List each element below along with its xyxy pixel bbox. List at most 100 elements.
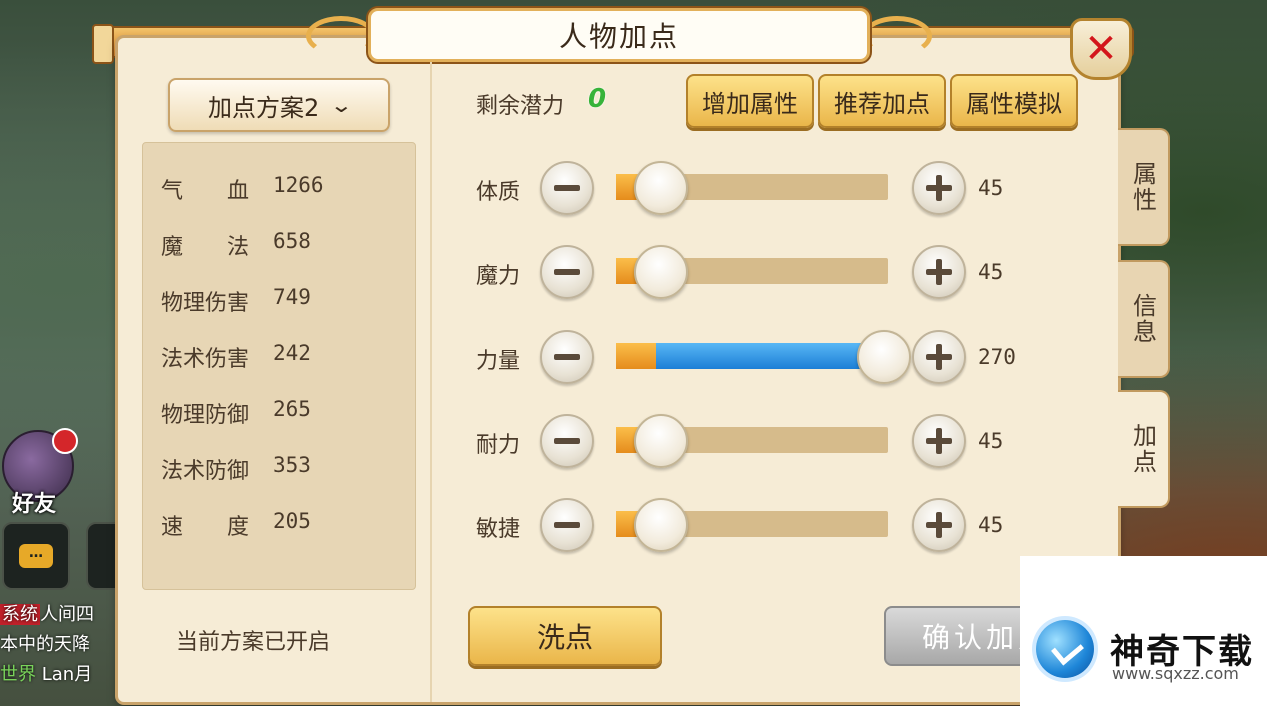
- plus-icon: [926, 344, 952, 370]
- slider-base-fill: [616, 343, 656, 369]
- increase-button[interactable]: [912, 161, 966, 215]
- notification-dot: [52, 428, 78, 454]
- scheme-status-text: 当前方案已开启: [176, 630, 331, 655]
- increase-button[interactable]: [912, 498, 966, 552]
- tab-info[interactable]: 信息: [1118, 260, 1170, 378]
- panel-title: 人物加点: [368, 8, 870, 62]
- attribute-value: 45: [978, 176, 1004, 200]
- stat-name: 物理伤害: [161, 291, 250, 316]
- attribute-name: 魔力: [476, 264, 521, 289]
- scheme-dropdown[interactable]: 加点方案2 ⌄: [168, 78, 390, 132]
- stat-name: 魔 法: [161, 235, 250, 260]
- plus-icon: [926, 512, 952, 538]
- slider-knob[interactable]: [634, 161, 688, 215]
- stat-value: 205: [273, 509, 311, 533]
- decrease-button[interactable]: [540, 498, 594, 552]
- friends-label[interactable]: 好友: [12, 486, 56, 518]
- close-icon: ✕: [1084, 26, 1118, 72]
- decrease-button[interactable]: [540, 161, 594, 215]
- increase-button[interactable]: [912, 414, 966, 468]
- stat-name: 法术伤害: [161, 347, 250, 372]
- potential-value: 0: [588, 84, 607, 114]
- chat-channel-tag: 世界: [0, 664, 36, 685]
- attribute-slider[interactable]: [616, 161, 888, 215]
- attribute-slider[interactable]: [616, 414, 888, 468]
- stat-value: 353: [273, 453, 311, 477]
- stat-value: 1266: [273, 173, 324, 197]
- stat-row: 物理防御 265: [161, 397, 311, 429]
- stats-list: 气 血 1266 魔 法 658 物理伤害 749 法术伤害 242 物理防御 265 法…: [142, 142, 416, 590]
- chat-log: 系统 人间四 本中的天降 世界 Lan月: [0, 600, 120, 690]
- chat-line-text: 本中的天降: [0, 634, 90, 655]
- decrease-button[interactable]: [540, 245, 594, 299]
- minus-icon: [554, 522, 580, 528]
- plus-icon: [926, 259, 952, 285]
- stat-row: 速 度 205: [161, 509, 311, 541]
- recommend-points-button[interactable]: 推荐加点: [818, 74, 946, 128]
- chat-line: 本中的天降: [0, 630, 120, 660]
- increase-button[interactable]: [912, 330, 966, 384]
- slider-knob[interactable]: [634, 245, 688, 299]
- add-attribute-button[interactable]: 增加属性: [686, 74, 814, 128]
- minus-icon: [554, 185, 580, 191]
- title-ornament: [862, 16, 932, 56]
- attribute-value: 45: [978, 429, 1004, 453]
- attribute-name: 敏捷: [476, 517, 521, 542]
- chat-line: 系统 人间四: [0, 600, 120, 630]
- slider-knob[interactable]: [634, 414, 688, 468]
- chat-line-text: Lan月: [41, 664, 93, 685]
- chat-button[interactable]: …: [2, 522, 70, 590]
- attribute-value: 270: [978, 345, 1016, 369]
- slider-knob[interactable]: [634, 498, 688, 552]
- attribute-name: 力量: [476, 349, 521, 374]
- watermark: 神奇下载 www.sqxzz.com: [1020, 556, 1267, 706]
- tab-add-points[interactable]: 加点: [1118, 390, 1170, 508]
- title-ornament: [306, 16, 376, 56]
- close-button[interactable]: ✕: [1070, 18, 1132, 80]
- slider-added-fill: [656, 343, 888, 369]
- stat-value: 749: [273, 285, 311, 309]
- slider-knob[interactable]: [857, 330, 911, 384]
- decrease-button[interactable]: [540, 414, 594, 468]
- stat-name: 物理防御: [161, 403, 250, 428]
- chat-channel-tag: 系统: [0, 604, 40, 625]
- attribute-value: 45: [978, 260, 1004, 284]
- attribute-value: 45: [978, 513, 1004, 537]
- chevron-down-icon: ⌄: [329, 93, 354, 117]
- attribute-slider[interactable]: [616, 498, 888, 552]
- attribute-slider[interactable]: [616, 245, 888, 299]
- watermark-logo-icon: [1036, 620, 1094, 678]
- stat-row: 物理伤害 749: [161, 285, 311, 317]
- attribute-simulate-button[interactable]: 属性模拟: [950, 74, 1078, 128]
- reset-points-button[interactable]: 洗点: [468, 606, 662, 666]
- increase-button[interactable]: [912, 245, 966, 299]
- chat-line: 世界 Lan月: [0, 660, 120, 690]
- minus-icon: [554, 354, 580, 360]
- stat-name: 气 血: [161, 179, 250, 204]
- stat-row: 法术伤害 242: [161, 341, 311, 373]
- left-hud: 好友 … 系统 人间四 本中的天降 世界 Lan月: [0, 420, 130, 706]
- stat-row: 气 血 1266: [161, 173, 324, 205]
- chat-line-text: 人间四: [40, 604, 94, 625]
- potential-label: 剩余潜力: [476, 94, 565, 119]
- attribute-name: 耐力: [476, 433, 521, 458]
- stat-row: 魔 法 658: [161, 229, 311, 261]
- rail-end-knob: [92, 24, 114, 64]
- decrease-button[interactable]: [540, 330, 594, 384]
- stat-value: 265: [273, 397, 311, 421]
- attribute-name: 体质: [476, 180, 521, 205]
- minus-icon: [554, 269, 580, 275]
- stat-row: 法术防御 353: [161, 453, 311, 485]
- panel-title-text: 人物加点: [558, 20, 679, 53]
- column-divider: [430, 62, 432, 702]
- stats-column: 加点方案2 ⌄ 气 血 1266 魔 法 658 物理伤害 749 法术伤害 242 物…: [118, 62, 430, 702]
- plus-icon: [926, 175, 952, 201]
- attribute-slider[interactable]: [616, 330, 911, 384]
- minus-icon: [554, 438, 580, 444]
- chat-bubble-icon: …: [19, 544, 53, 568]
- watermark-url: www.sqxzz.com: [1112, 664, 1239, 683]
- tab-attributes[interactable]: 属性: [1118, 128, 1170, 246]
- stat-value: 658: [273, 229, 311, 253]
- stat-name: 速 度: [161, 515, 250, 540]
- stat-name: 法术防御: [161, 459, 250, 484]
